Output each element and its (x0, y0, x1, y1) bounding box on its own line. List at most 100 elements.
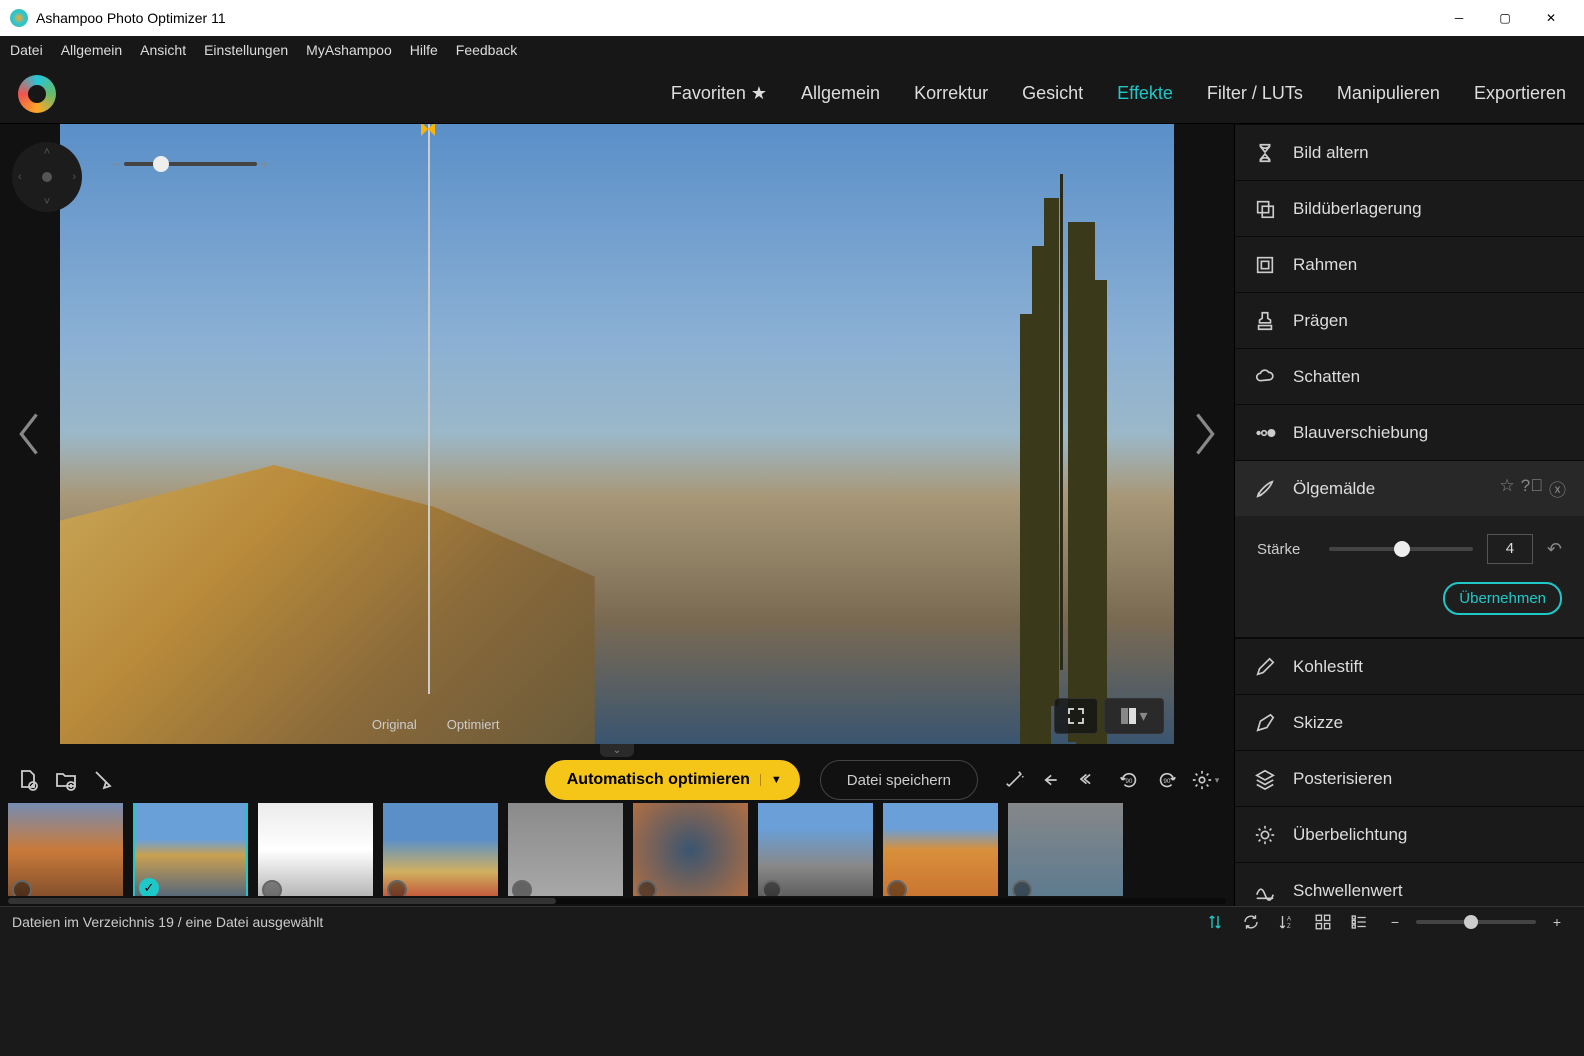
menu-feedback[interactable]: Feedback (456, 42, 517, 58)
thumbnail-check-icon[interactable] (262, 880, 282, 896)
add-folder-icon[interactable] (50, 764, 82, 796)
effect-skizze[interactable]: Skizze (1235, 694, 1584, 750)
svg-text:A: A (1287, 916, 1291, 922)
compare-divider[interactable] (428, 124, 430, 694)
thumbnail-check-icon[interactable] (1012, 880, 1032, 896)
thumbnail-scrollbar[interactable] (8, 898, 1226, 904)
sort-az-icon[interactable]: AZ (1272, 906, 1302, 938)
titlebar: Ashampoo Photo Optimizer 11 ─ ▢ ✕ (0, 0, 1584, 36)
tag-icon[interactable] (88, 764, 120, 796)
effect-label: Prägen (1293, 311, 1566, 331)
header: Ashampoo® Photo Optimizer 11 Favoriten ★… (0, 64, 1584, 124)
strength-slider[interactable] (1329, 547, 1473, 551)
image-preview[interactable]: Original Optimiert ▾ (60, 124, 1174, 744)
strength-value[interactable]: 4 (1487, 534, 1533, 564)
auto-optimize-dropdown-icon[interactable]: ▼ (760, 774, 782, 786)
effect-lgemlde[interactable]: Ölgemälde☆?⃝ⓧ (1235, 460, 1584, 516)
pan-joystick[interactable]: ˄˅ ‹› (12, 142, 82, 212)
effect-label: Schatten (1293, 367, 1566, 387)
thumbnail-check-icon[interactable] (512, 880, 532, 896)
save-file-button[interactable]: Datei speichern (820, 760, 978, 800)
thumbnail-1[interactable]: ✓ (133, 803, 248, 896)
svg-text:90: 90 (1125, 778, 1133, 785)
thumbnail-6[interactable] (758, 803, 873, 896)
refresh-icon[interactable] (1236, 906, 1266, 938)
zoom-in-icon[interactable]: + (257, 156, 273, 172)
effect-schwellenwert[interactable]: Schwellenwert (1235, 862, 1584, 906)
effect-blauverschiebung[interactable]: Blauverschiebung (1235, 404, 1584, 460)
auto-optimize-button[interactable]: Automatisch optimieren ▼ (545, 760, 800, 800)
help-icon[interactable]: ?⃝ (1521, 476, 1543, 501)
minimize-button[interactable]: ─ (1436, 0, 1482, 36)
thumbnail-7[interactable] (883, 803, 998, 896)
magic-wand-icon[interactable] (998, 764, 1032, 796)
effect-label: Bild altern (1293, 143, 1566, 163)
rotate-left-icon[interactable]: 90 (1112, 764, 1146, 796)
slider-min-icon[interactable]: − (1380, 906, 1410, 938)
reset-icon[interactable]: ↶ (1547, 539, 1562, 560)
zoom-slider[interactable]: − + (108, 154, 273, 174)
menu-hilfe[interactable]: Hilfe (410, 42, 438, 58)
layers-icon (1253, 767, 1277, 791)
effect-kohlestift[interactable]: Kohlestift (1235, 638, 1584, 694)
thumbnail-2[interactable] (258, 803, 373, 896)
strength-label: Stärke (1257, 541, 1315, 558)
thumbnail-check-icon[interactable] (12, 880, 32, 896)
effects-panel: Bild altern BildüberlagerungRahmen Prägen S… (1234, 124, 1584, 906)
zoom-out-icon[interactable]: − (108, 156, 124, 172)
tab-favoriten[interactable]: Favoriten ★ (671, 83, 767, 104)
prev-image-button[interactable] (0, 124, 60, 744)
tab-filterluts[interactable]: Filter / LUTs (1207, 83, 1303, 104)
effect-schatten[interactable]: Schatten (1235, 348, 1584, 404)
close-button[interactable]: ✕ (1528, 0, 1574, 36)
remove-icon[interactable]: ⓧ (1549, 476, 1566, 501)
thumbnail-size-icon[interactable] (1308, 906, 1338, 938)
thumbnail-0[interactable] (8, 803, 123, 896)
effect-label: Kohlestift (1293, 657, 1566, 677)
effect-bildberlagerung[interactable]: Bildüberlagerung (1235, 180, 1584, 236)
next-image-button[interactable] (1174, 124, 1234, 744)
logo-swirl-icon (18, 75, 56, 113)
effect-posterisieren[interactable]: Posterisieren (1235, 750, 1584, 806)
tab-exportieren[interactable]: Exportieren (1474, 83, 1566, 104)
sort-icon[interactable] (1200, 906, 1230, 938)
tab-effekte[interactable]: Effekte (1117, 83, 1173, 104)
add-file-icon[interactable] (12, 764, 44, 796)
apply-button[interactable]: Übernehmen (1443, 582, 1562, 615)
effect-label: Skizze (1293, 713, 1566, 733)
collapse-handle[interactable]: ⌄ (0, 744, 1234, 758)
tab-gesicht[interactable]: Gesicht (1022, 83, 1083, 104)
effect-berbelichtung[interactable]: Überbelichtung (1235, 806, 1584, 862)
effect-prgen[interactable]: Prägen (1235, 292, 1584, 348)
effect-rahmen[interactable]: Rahmen (1235, 236, 1584, 292)
menu-myashampoo[interactable]: MyAshampoo (306, 42, 392, 58)
gear-icon[interactable]: ▾ (1188, 764, 1222, 796)
effect-bildaltern[interactable]: Bild altern (1235, 124, 1584, 180)
compare-mode-button[interactable]: ▾ (1104, 698, 1164, 734)
maximize-button[interactable]: ▢ (1482, 0, 1528, 36)
frame-icon (1253, 253, 1277, 277)
thumbnail-check-icon[interactable] (762, 880, 782, 896)
compare-handle-icon[interactable] (421, 124, 435, 136)
slider-max-icon[interactable]: + (1542, 906, 1572, 938)
thumbnail-4[interactable] (508, 803, 623, 896)
dots-icon (1253, 421, 1277, 445)
undo-all-icon[interactable] (1074, 764, 1108, 796)
tab-manipulieren[interactable]: Manipulieren (1337, 83, 1440, 104)
fullscreen-button[interactable] (1054, 698, 1098, 734)
thumbnail-3[interactable] (383, 803, 498, 896)
thumbnail-8[interactable] (1008, 803, 1123, 896)
tab-allgemein[interactable]: Allgemein (801, 83, 880, 104)
thumbnail-5[interactable] (633, 803, 748, 896)
tab-korrektur[interactable]: Korrektur (914, 83, 988, 104)
thumbnail-check-icon[interactable] (387, 880, 407, 896)
thumbnail-list-icon[interactable] (1344, 906, 1374, 938)
thumbnail-check-icon[interactable] (637, 880, 657, 896)
star-icon[interactable]: ☆ (1500, 476, 1515, 501)
thumbnail-check-icon[interactable]: ✓ (139, 878, 159, 896)
thumbnail-size-slider[interactable] (1416, 920, 1536, 924)
effect-label: Blauverschiebung (1293, 423, 1566, 443)
undo-icon[interactable] (1036, 764, 1070, 796)
thumbnail-check-icon[interactable] (887, 880, 907, 896)
rotate-right-icon[interactable]: 90 (1150, 764, 1184, 796)
